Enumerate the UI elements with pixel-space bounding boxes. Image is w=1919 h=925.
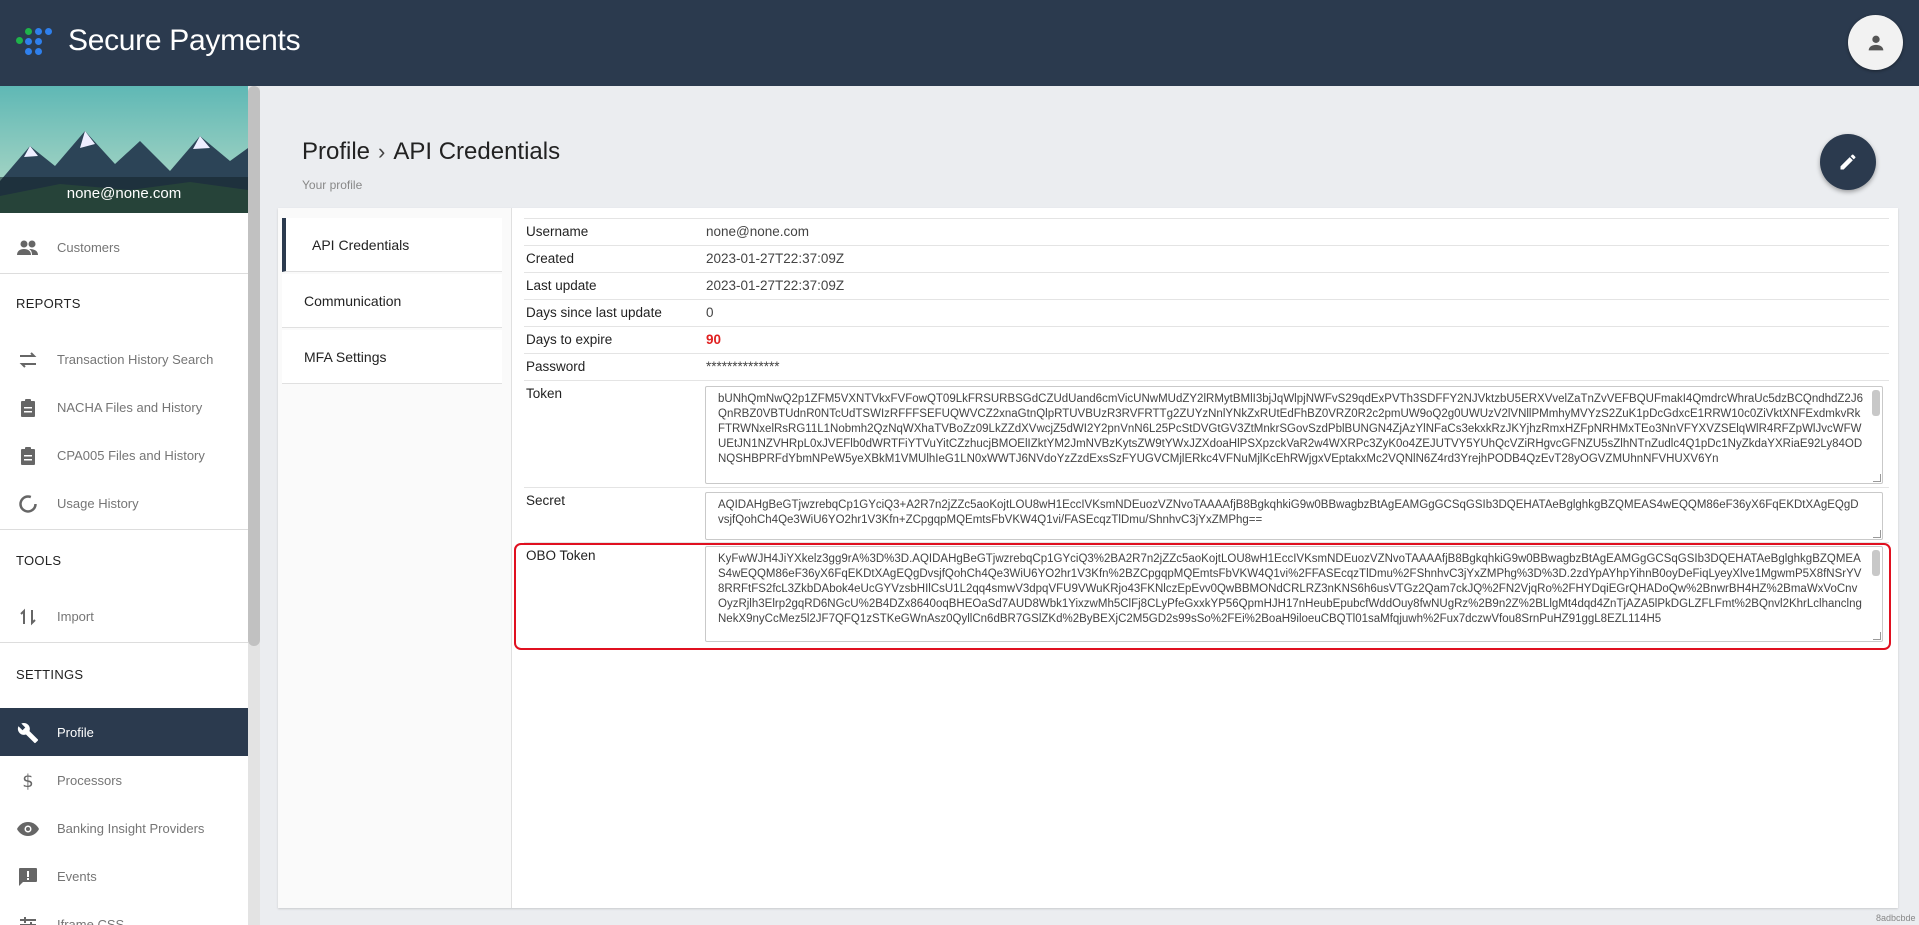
field-label: Days since last update xyxy=(526,305,662,320)
sidebar-scrollbar[interactable] xyxy=(248,86,260,925)
field-label: Last update xyxy=(526,278,597,293)
divider xyxy=(0,529,248,530)
breadcrumb: Profile › API Credentials xyxy=(302,138,560,166)
table-row: Days since last update 0 xyxy=(524,299,1889,326)
chevron-right-icon: › xyxy=(378,139,386,164)
tune-icon xyxy=(16,913,40,925)
section-header-tools: TOOLS xyxy=(16,553,62,568)
username-value: none@none.com xyxy=(706,224,810,239)
sidebar-item-cpa005-files[interactable]: CPA005 Files and History xyxy=(0,431,248,479)
sidebar: none@none.com Customers REPORTS Transact… xyxy=(0,86,248,925)
token-value: bUNhQmNwQ2p1ZFM5VXNTVkxFVFowQT09LkFRSURB… xyxy=(718,393,1863,465)
sidebar-item-label: Usage History xyxy=(57,495,139,511)
donut-icon xyxy=(16,492,40,516)
build-hash: 8adbcbde xyxy=(1876,913,1916,923)
section-header-reports: REPORTS xyxy=(16,296,81,311)
field-label: Days to expire xyxy=(526,332,613,347)
days-to-expire-value: 90 xyxy=(706,332,722,347)
breadcrumb-current: API Credentials xyxy=(393,138,561,165)
table-row: Created 2023-01-27T22:37:09Z xyxy=(524,245,1889,272)
password-value: ************** xyxy=(706,359,780,374)
created-value: 2023-01-27T22:37:09Z xyxy=(706,251,845,266)
user-email: none@none.com xyxy=(0,177,248,213)
user-banner: none@none.com xyxy=(0,86,248,213)
sidebar-item-label: Import xyxy=(57,608,94,624)
sidebar-item-nacha-files[interactable]: NACHA Files and History xyxy=(0,383,248,431)
resize-handle[interactable] xyxy=(1873,530,1881,538)
tab-communication[interactable]: Communication xyxy=(282,274,502,328)
sidebar-item-label: Processors xyxy=(57,772,123,788)
top-bar: Secure Payments xyxy=(0,0,1919,86)
scrollbar-thumb[interactable] xyxy=(248,86,260,646)
secret-textarea[interactable]: AQIDAHgBeGTjwzrebqCp1GYciQ3+A2R7n2jZZc5a… xyxy=(705,492,1883,540)
table-row: Username none@none.com xyxy=(524,218,1889,245)
eye-icon xyxy=(16,817,40,841)
divider xyxy=(0,642,248,643)
resize-handle[interactable] xyxy=(1873,474,1881,482)
sidebar-item-banking-insight[interactable]: Banking Insight Providers xyxy=(0,804,248,852)
breadcrumb-parent[interactable]: Profile xyxy=(302,138,370,166)
sidebar-item-label: Transaction History Search xyxy=(57,351,214,367)
sidebar-item-label: Customers xyxy=(57,239,120,255)
days-since-value: 0 xyxy=(706,305,714,320)
sidebar-item-processors[interactable]: $ Processors xyxy=(0,756,248,804)
sidebar-item-label: Profile xyxy=(57,724,94,740)
sidebar-item-profile[interactable]: Profile xyxy=(0,708,248,756)
profile-tabs: API Credentials Communication MFA Settin… xyxy=(278,208,512,908)
table-row: Secret AQIDAHgBeGTjwzrebqCp1GYciQ3+A2R7n… xyxy=(524,487,1889,542)
section-header-settings: SETTINGS xyxy=(16,667,84,682)
table-row: Password ************** xyxy=(524,353,1889,380)
field-label: Secret xyxy=(526,493,566,508)
field-label: Created xyxy=(526,251,575,266)
obo-token-highlight xyxy=(514,543,1891,650)
sidebar-item-customers[interactable]: Customers xyxy=(0,223,248,271)
app-title: Secure Payments xyxy=(68,24,301,57)
sidebar-item-import[interactable]: Import xyxy=(0,592,248,640)
table-row: Last update 2023-01-27T22:37:09Z xyxy=(524,272,1889,299)
wrench-icon xyxy=(16,721,40,745)
alert-message-icon xyxy=(16,865,40,889)
edit-button[interactable] xyxy=(1820,134,1876,190)
person-icon xyxy=(1868,35,1883,50)
tab-api-credentials[interactable]: API Credentials xyxy=(282,218,502,272)
people-icon xyxy=(16,236,40,260)
clipboard-icon xyxy=(16,396,40,420)
logo-icon xyxy=(16,25,62,57)
pencil-icon xyxy=(1840,154,1856,170)
table-row: Days to expire 90 xyxy=(524,326,1889,353)
secret-value: AQIDAHgBeGTjwzrebqCp1GYciQ3+A2R7n2jZZc5a… xyxy=(718,499,1859,526)
token-textarea[interactable]: bUNhQmNwQ2p1ZFM5VXNTVkxFVFowQT09LkFRSURB… xyxy=(705,386,1883,484)
textarea-scrollbar[interactable] xyxy=(1872,390,1880,416)
field-label: Username xyxy=(526,224,589,239)
sidebar-item-label: Events xyxy=(57,868,97,884)
sidebar-item-transaction-history[interactable]: Transaction History Search xyxy=(0,335,248,383)
tab-label: Communication xyxy=(304,292,402,309)
dollar-icon: $ xyxy=(22,770,34,792)
sidebar-item-usage-history[interactable]: Usage History xyxy=(0,479,248,527)
sidebar-item-label: Banking Insight Providers xyxy=(57,820,205,836)
field-label: Token xyxy=(526,386,563,401)
swap-arrows-icon xyxy=(16,348,40,372)
field-label: Password xyxy=(526,359,586,374)
tab-label: API Credentials xyxy=(312,236,410,253)
clipboard-icon xyxy=(16,444,40,468)
sidebar-item-label: NACHA Files and History xyxy=(57,399,203,415)
table-row: Token bUNhQmNwQ2p1ZFM5VXNTVkxFVFowQT09Lk… xyxy=(524,380,1889,487)
tab-mfa-settings[interactable]: MFA Settings xyxy=(282,330,502,384)
page-subtitle: Your profile xyxy=(302,178,363,192)
updated-value: 2023-01-27T22:37:09Z xyxy=(706,278,845,293)
tab-label: MFA Settings xyxy=(304,348,387,365)
divider xyxy=(0,273,248,274)
sidebar-item-label: Iframe CSS xyxy=(57,916,125,925)
import-arrows-icon xyxy=(16,605,40,629)
sidebar-item-iframe-css[interactable]: Iframe CSS xyxy=(0,900,248,925)
sidebar-item-label: CPA005 Files and History xyxy=(57,447,205,463)
sidebar-item-events[interactable]: Events xyxy=(0,852,248,900)
account-button[interactable] xyxy=(1848,15,1903,70)
